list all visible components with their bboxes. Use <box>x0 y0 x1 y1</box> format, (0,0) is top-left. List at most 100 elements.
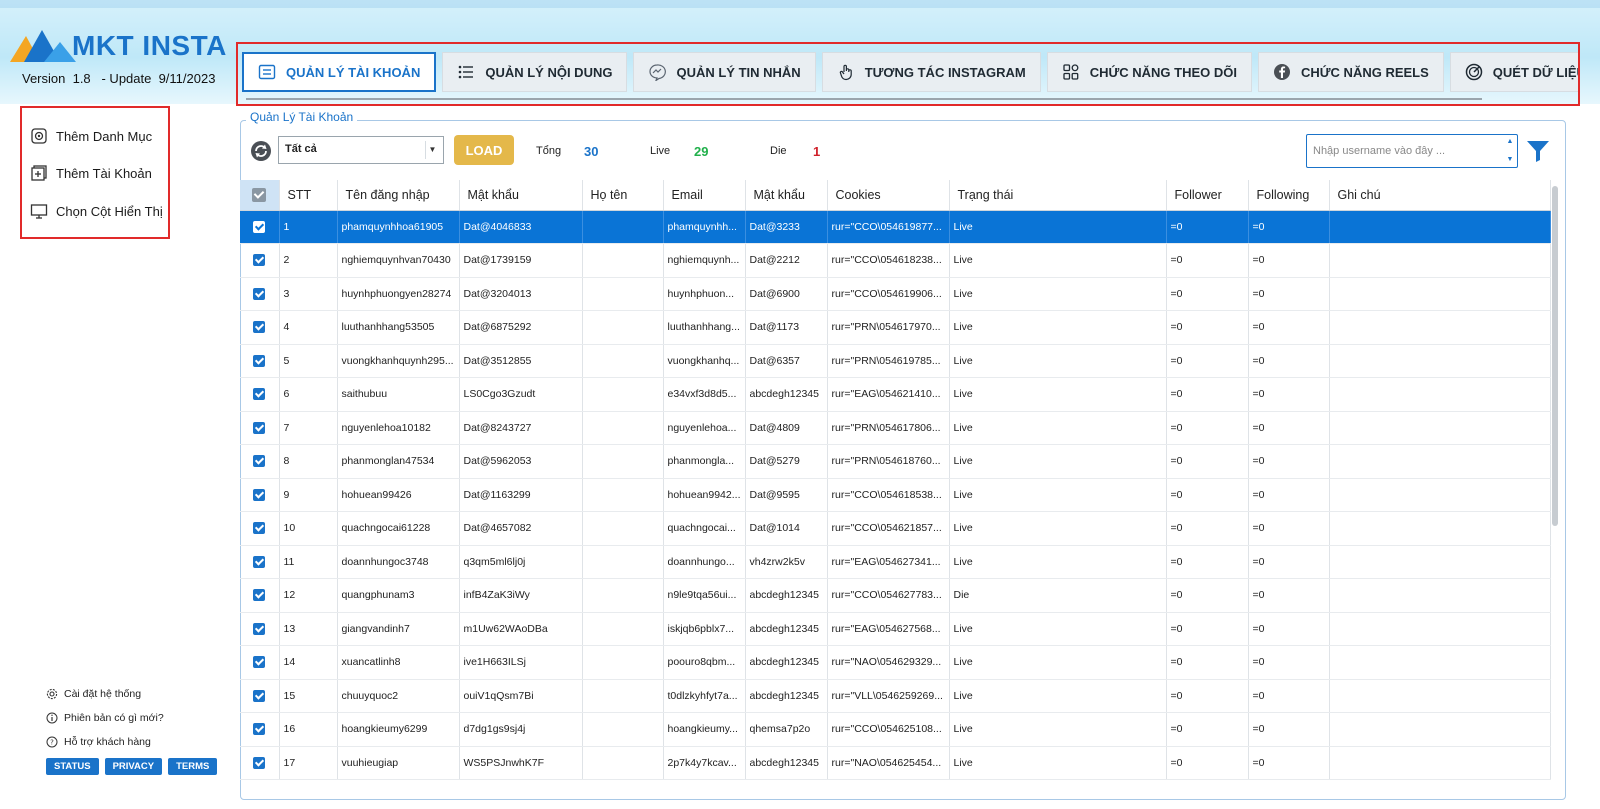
column-header[interactable]: Ghi chú <box>1329 180 1551 211</box>
sidebar-item-add-account[interactable]: Thêm Tài Khoản <box>30 161 152 185</box>
table-cell: rur="NAO\054625454... <box>827 746 950 780</box>
column-header[interactable]: Trạng thái <box>949 180 1167 211</box>
table-cell: Dat@2212 <box>745 243 828 278</box>
row-checkbox[interactable] <box>240 712 280 747</box>
die-label: Die <box>770 145 787 157</box>
table-cell: Dat@3512855 <box>459 344 583 378</box>
tab-label: CHỨC NĂNG THEO DÕI <box>1089 64 1237 80</box>
tab-3[interactable]: QUẢN LÝ TIN NHẮN <box>633 52 816 92</box>
table-cell: Live <box>949 746 1167 780</box>
column-header[interactable]: Mật khẩu <box>745 180 828 211</box>
table-cell: Dat@4657082 <box>459 511 583 546</box>
username-search-input[interactable]: Nhập username vào đây ... ▲ ▼ <box>1306 134 1518 168</box>
table-row[interactable]: 17 vuuhieugiap WS5PSJnwhK7F 2p7k4y7kcav... a… <box>240 746 1551 780</box>
row-checkbox[interactable] <box>240 746 280 780</box>
table-header-row: STT Tên đăng nhập Mật khẩu Họ tên Email … <box>240 180 1551 211</box>
table-cell: Dat@9595 <box>745 478 828 512</box>
link-whats-new[interactable]: Phiên bản có gì mới? <box>46 706 217 730</box>
table-cell: saithubuu <box>337 377 460 412</box>
terms-button[interactable]: TERMS <box>168 758 218 775</box>
tab-2[interactable]: QUẢN LÝ NỘI DUNG <box>442 52 628 92</box>
row-checkbox[interactable] <box>240 243 280 278</box>
tab-1[interactable]: QUẢN LÝ TÀI KHOẢN <box>242 52 437 92</box>
table-row[interactable]: 2 nghiemquynhvan70430 Dat@1739159 nghiemquy… <box>240 243 1551 278</box>
table-row[interactable]: 6 saithubuu LS0Cgo3Gzudt e34vxf3d8d5... abcd… <box>240 377 1551 412</box>
column-header[interactable]: Họ tên <box>582 180 664 211</box>
table-row[interactable]: 12 quangphunam3 infB4ZaK3iWy n9le9tqa56ui..… <box>240 578 1551 613</box>
refresh-icon[interactable] <box>250 140 272 162</box>
row-checkbox[interactable] <box>240 478 280 512</box>
tab-label: TƯƠNG TÁC INSTAGRAM <box>864 64 1026 80</box>
privacy-button[interactable]: PRIVACY <box>104 758 163 775</box>
column-header[interactable]: Cookies <box>827 180 950 211</box>
app-window: MKT INSTA Version 1.8 - Update 9/11/2023… <box>0 0 1600 809</box>
search-placeholder: Nhập username vào đây ... <box>1313 145 1446 157</box>
table-row[interactable]: 11 doannhungoc3748 q3qm5ml6lj0j doannhungo.… <box>240 545 1551 579</box>
table-vertical-scrollbar[interactable] <box>1552 186 1558 526</box>
row-checkbox[interactable] <box>240 612 280 646</box>
table-cell: hohuean99426 <box>337 478 460 512</box>
row-checkbox[interactable] <box>240 210 280 244</box>
column-header[interactable]: Following <box>1248 180 1330 211</box>
row-checkbox[interactable] <box>240 679 280 713</box>
table-row[interactable]: 3 huynhphuongyen28274 Dat@3204013 huynhphuo… <box>240 277 1551 311</box>
table-cell: Live <box>949 377 1167 412</box>
table-cell: ive1H663ILSj <box>459 645 583 680</box>
table-cell: 4 <box>279 310 338 345</box>
table-row[interactable]: 5 vuongkhanhquynh295... Dat@3512855 vuongkh… <box>240 344 1551 378</box>
table-row[interactable]: 8 phanmonglan47534 Dat@5962053 phanmongla..… <box>240 444 1551 479</box>
sidebar-item-add-category[interactable]: Thêm Danh Mục <box>30 124 152 148</box>
row-checkbox[interactable] <box>240 344 280 378</box>
table-row[interactable]: 13 giangvandinh7 m1Uw62WAoDBa iskjqb6pblx7.… <box>240 612 1551 646</box>
row-checkbox[interactable] <box>240 377 280 412</box>
tab-5[interactable]: CHỨC NĂNG THEO DÕI <box>1046 52 1252 92</box>
column-header[interactable]: Email <box>663 180 746 211</box>
tab-4[interactable]: TƯƠNG TÁC INSTAGRAM <box>821 52 1041 92</box>
select-all-checkbox[interactable] <box>240 180 280 211</box>
table-cell: 16 <box>279 712 338 747</box>
filter-icon[interactable] <box>1526 138 1550 164</box>
column-header[interactable]: STT <box>279 180 338 211</box>
table-row[interactable]: 9 hohuean99426 Dat@1163299 hohuean9942... Da… <box>240 478 1551 512</box>
column-header[interactable]: Follower <box>1166 180 1249 211</box>
table-row[interactable]: 15 chuuyquoc2 ouiV1qQsm7Bi t0dlzkyhfyt7a...… <box>240 679 1551 713</box>
table-cell: abcdegh12345 <box>745 679 828 713</box>
table-cell: =0 <box>1248 511 1330 546</box>
table-row[interactable]: 7 nguyenlehoa10182 Dat@8243727 nguyenlehoa.… <box>240 411 1551 445</box>
table-cell: =0 <box>1166 478 1249 512</box>
table-cell: Live <box>949 511 1167 546</box>
row-checkbox[interactable] <box>240 277 280 311</box>
table-cell: abcdegh12345 <box>745 578 828 613</box>
load-button[interactable]: LOAD <box>454 135 514 165</box>
table-row[interactable]: 14 xuancatlinh8 ive1H663ILSj poouro8qbm... a… <box>240 645 1551 680</box>
link-customer-support[interactable]: ? Hỗ trợ khách hàng <box>46 730 217 754</box>
column-header[interactable]: Mật khẩu <box>459 180 583 211</box>
sidebar-item-choose-columns[interactable]: Chọn Cột Hiển Thị <box>30 199 163 223</box>
row-checkbox[interactable] <box>240 310 280 345</box>
table-row[interactable]: 1 phamquynhhoa61905 Dat@4046833 phamquynhh.… <box>240 210 1551 244</box>
table-row[interactable]: 16 hoangkieumy6299 d7dg1gs9sj4j hoangkieumy… <box>240 712 1551 747</box>
table-cell: =0 <box>1248 243 1330 278</box>
table-row[interactable]: 4 luuthanhhang53505 Dat@6875292 luuthanhhan… <box>240 310 1551 345</box>
live-count: 29 <box>694 144 709 159</box>
row-checkbox[interactable] <box>240 511 280 546</box>
table-cell: =0 <box>1166 612 1249 646</box>
tab-scrollbar[interactable] <box>246 98 1482 100</box>
table-cell: 3 <box>279 277 338 311</box>
status-button[interactable]: STATUS <box>46 758 99 775</box>
tab-7[interactable]: QUÉT DỮ LIỆU <box>1449 52 1578 92</box>
tab-6[interactable]: CHỨC NĂNG REELS <box>1258 52 1444 92</box>
row-checkbox[interactable] <box>240 444 280 479</box>
category-select[interactable]: Tất cả ▼ <box>278 136 444 164</box>
link-system-settings[interactable]: Cài đặt hệ thống <box>46 682 217 706</box>
tab-label: QUẢN LÝ NỘI DUNG <box>485 64 613 80</box>
column-header[interactable]: Tên đăng nhập <box>337 180 460 211</box>
table-cell: =0 <box>1166 377 1249 412</box>
row-checkbox[interactable] <box>240 545 280 579</box>
row-checkbox[interactable] <box>240 645 280 680</box>
row-checkbox[interactable] <box>240 411 280 445</box>
spinner-arrows-icon[interactable]: ▲ ▼ <box>1505 137 1515 165</box>
table-row[interactable]: 10 quachngocai61228 Dat@4657082 quachngocai… <box>240 511 1551 546</box>
table-cell: chuuyquoc2 <box>337 679 460 713</box>
row-checkbox[interactable] <box>240 578 280 613</box>
